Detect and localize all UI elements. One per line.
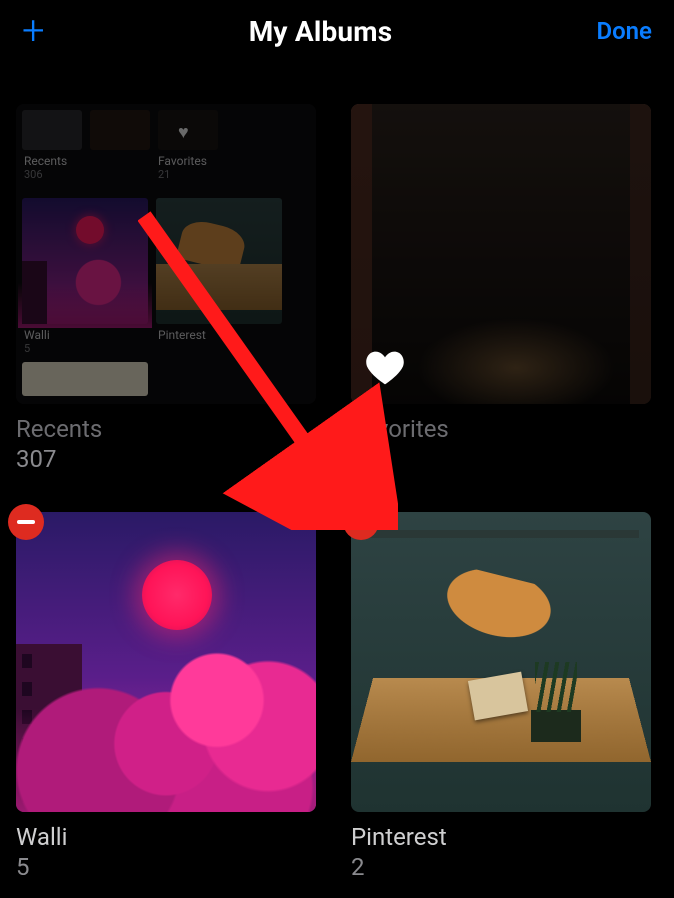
- album-caption: Favorites 21: [351, 414, 658, 474]
- album-caption: Walli 5: [16, 822, 323, 882]
- add-button[interactable]: +: [22, 15, 45, 47]
- mini-label: Walli: [24, 328, 50, 342]
- album-caption: Recents 307: [16, 414, 323, 474]
- album-favorites[interactable]: Favorites 21: [351, 104, 658, 474]
- album-thumbnail: [351, 512, 651, 812]
- header: + My Albums Done: [0, 0, 674, 68]
- mini-label: Pinterest: [158, 328, 206, 342]
- heart-icon: [365, 350, 405, 390]
- delete-badge[interactable]: [8, 504, 44, 540]
- mini-label: Recents: [24, 154, 67, 168]
- album-count: 307: [16, 444, 323, 474]
- mini-count: 5: [24, 342, 30, 355]
- album-count: 2: [351, 852, 658, 882]
- album-pinterest[interactable]: Pinterest 2: [351, 512, 658, 882]
- albums-grid: ♥ Recents 306 Favorites 21 Walli 5 Pinte…: [0, 68, 674, 898]
- album-walli[interactable]: Walli 5: [16, 512, 323, 882]
- delete-badge[interactable]: [343, 504, 379, 540]
- album-name: Pinterest: [351, 823, 447, 851]
- mini-label: Favorites: [158, 154, 207, 168]
- album-count: 5: [16, 852, 323, 882]
- album-caption: Pinterest 2: [351, 822, 658, 882]
- album-name: Recents: [16, 415, 102, 443]
- mini-count: 21: [158, 168, 170, 181]
- album-thumbnail: [351, 104, 651, 404]
- heart-icon: ♥: [178, 122, 189, 143]
- done-button[interactable]: Done: [596, 17, 652, 45]
- album-recents[interactable]: ♥ Recents 306 Favorites 21 Walli 5 Pinte…: [16, 104, 323, 474]
- page-title: My Albums: [249, 15, 393, 48]
- album-name: Walli: [16, 823, 67, 851]
- album-thumbnail: [16, 512, 316, 812]
- album-name: Favorites: [351, 415, 449, 443]
- album-count: 21: [351, 444, 658, 474]
- mini-count: 306: [24, 168, 43, 181]
- album-thumbnail: ♥ Recents 306 Favorites 21 Walli 5 Pinte…: [16, 104, 316, 404]
